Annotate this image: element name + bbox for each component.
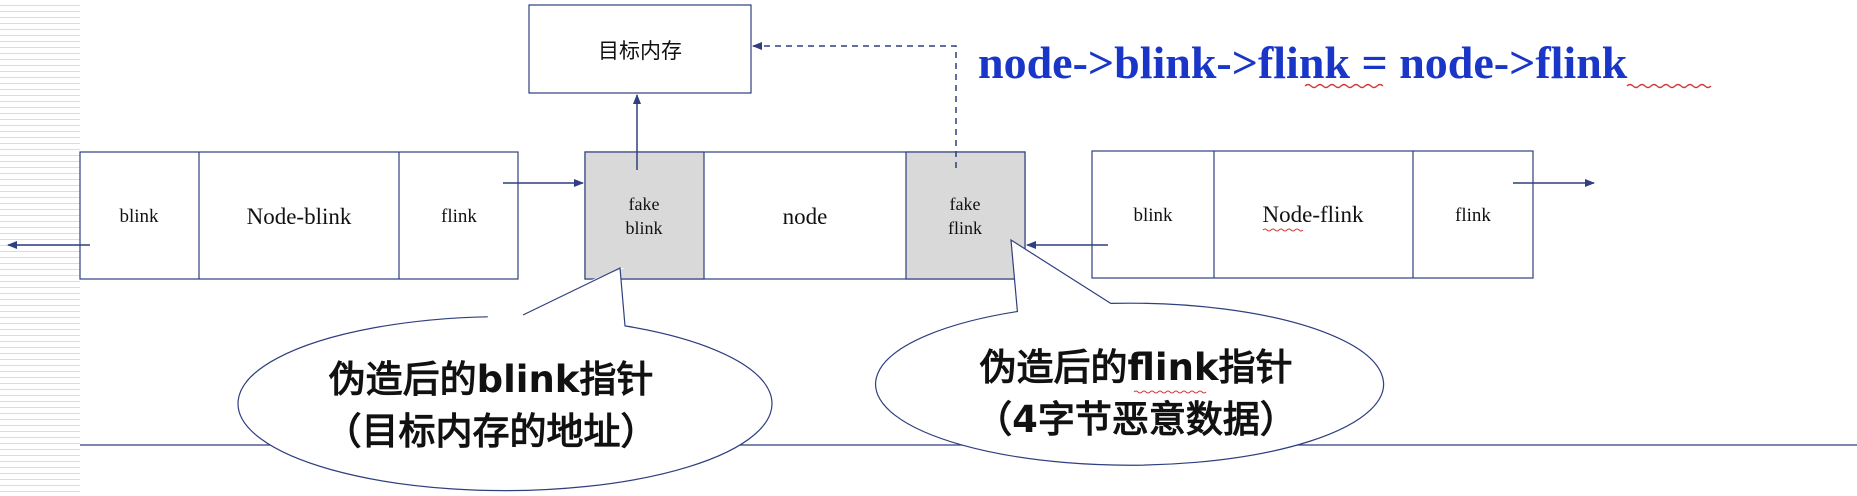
target-memory-label: 目标内存 bbox=[598, 39, 682, 63]
left-node-flink-label: flink bbox=[441, 206, 477, 227]
spellcheck-underline bbox=[1626, 83, 1712, 89]
target-memory-box: 目标内存 bbox=[528, 4, 752, 94]
fake-flink-label-line2: flink bbox=[948, 218, 982, 238]
fake-blink-label-line2: blink bbox=[625, 218, 662, 238]
fake-flink-label-line1: fake bbox=[950, 194, 981, 214]
fake-blink-callout-line1: 伪造后的blink指针 bbox=[329, 358, 654, 401]
right-node-blink-label: blink bbox=[1133, 205, 1173, 226]
right-node-data-label: Node-flink bbox=[1263, 202, 1364, 227]
fake-flink-callout-line1: 伪造后的flink指针 bbox=[979, 346, 1292, 389]
left-node: blink Node-blink flink bbox=[79, 151, 519, 280]
write-to-target-dashed-arrow bbox=[752, 42, 957, 168]
fake-blink-callout: 伪造后的blink指针 （目标内存的地址） bbox=[237, 267, 773, 492]
fake-blink-callout-line2: （目标内存的地址） bbox=[325, 410, 658, 453]
middle-node: fake blink node fake flink bbox=[584, 151, 1026, 280]
fake-blink-cell bbox=[584, 151, 705, 280]
middle-node-data-label: node bbox=[783, 204, 828, 229]
left-node-data-label: Node-blink bbox=[247, 204, 352, 229]
fake-blink-label-line1: fake bbox=[629, 194, 660, 214]
fake-flink-callout-line2: （4字节恶意数据） bbox=[975, 398, 1297, 441]
unlink-formula-heading: node->blink->flink = node->flink bbox=[978, 37, 1628, 88]
right-node-flink-label: flink bbox=[1455, 205, 1491, 226]
fake-flink-cell bbox=[905, 151, 1026, 280]
right-node: blink Node-flink flink bbox=[1091, 150, 1534, 279]
left-node-blink-label: blink bbox=[119, 206, 159, 227]
heap-unlink-diagram: 目标内存 node->blink->flink = node->flink bl… bbox=[7, 4, 1857, 492]
